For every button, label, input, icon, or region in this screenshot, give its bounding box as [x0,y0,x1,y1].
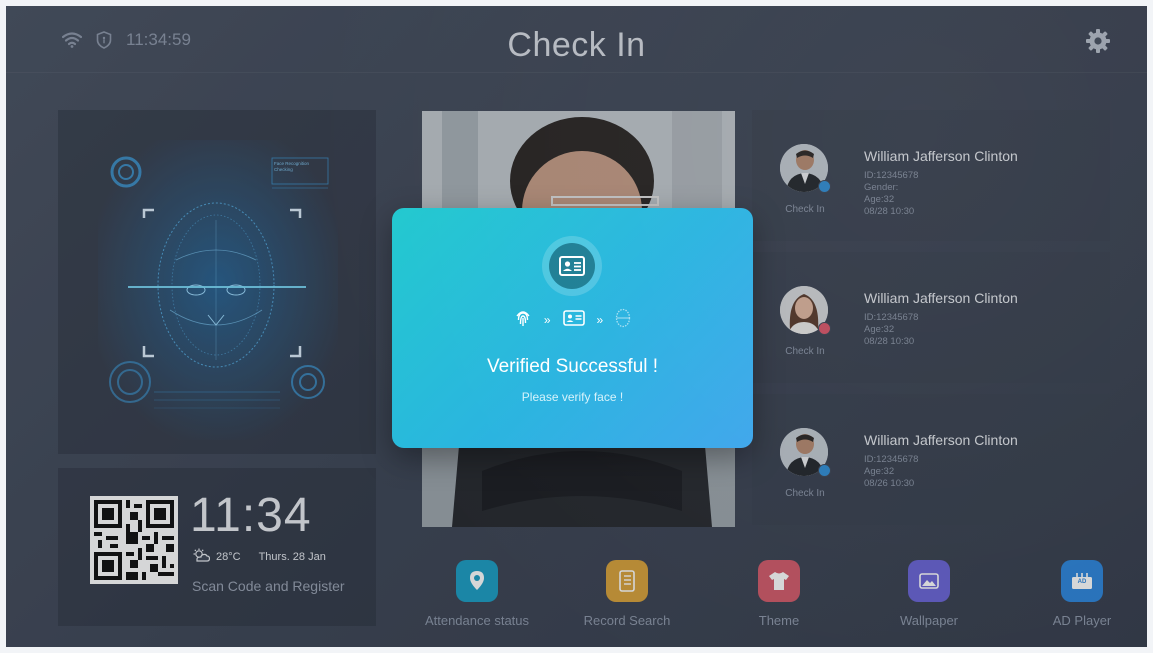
dialog-message: Verified Successful ! [486,356,659,377]
dialog-sub-message: Please verify face ! [521,390,624,404]
fingerprint-icon [514,308,532,331]
step-arrow: » [543,312,551,327]
verification-dialog: » » Verified Successful ! Please verify [392,208,753,448]
verification-steps: » » [392,308,753,331]
step-arrow: » [596,312,604,327]
check-in-screen: 11:34:59 Check In Face Recognition Check… [6,6,1147,647]
id-card-step-icon [562,310,585,329]
id-card-icon [542,236,602,296]
face-step-icon [615,308,631,331]
